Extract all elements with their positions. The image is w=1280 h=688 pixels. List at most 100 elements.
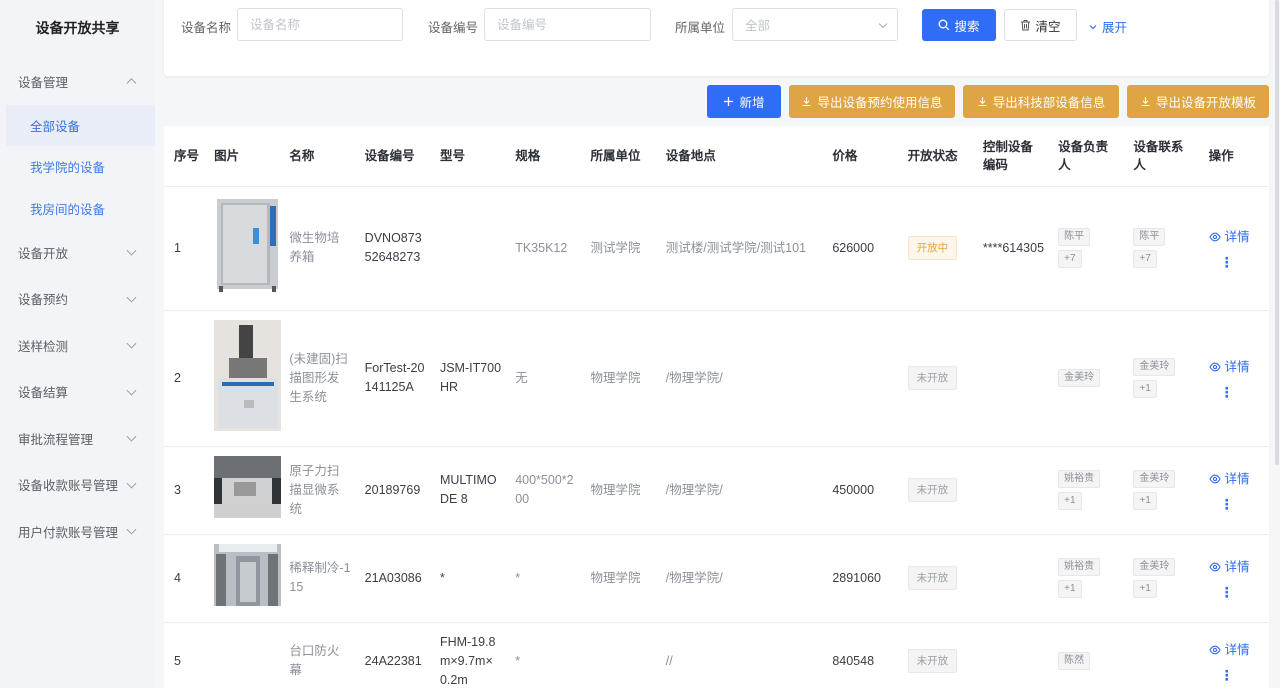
- chevron-down-icon: [878, 19, 888, 29]
- sidebar-subitem-my-room-devices[interactable]: 我房间的设备: [0, 188, 155, 230]
- column-header: 图片: [204, 126, 280, 187]
- cell-location: 测试楼/测试学院/测试101: [655, 186, 823, 311]
- export-template-button[interactable]: 导出设备开放模板: [1127, 85, 1269, 118]
- sidebar-item-device-booking[interactable]: 设备预约: [0, 276, 155, 323]
- eye-icon: [1209, 562, 1221, 572]
- chevron-up-icon: [126, 78, 137, 89]
- column-header: 操作: [1198, 126, 1269, 187]
- chevron-down-icon: [1089, 24, 1097, 29]
- cell-managers: 金美玲: [1048, 310, 1124, 447]
- cell-index: 5: [164, 622, 205, 688]
- sidebar-item-device-open[interactable]: 设备开放: [0, 229, 155, 276]
- page-scrollbar[interactable]: [1275, 0, 1279, 465]
- sidebar-item-device-management[interactable]: 设备管理: [0, 58, 155, 105]
- clear-button[interactable]: 清空: [1004, 9, 1077, 41]
- person-tag: +1: [1058, 492, 1082, 510]
- cell-code: DVNO87352648273: [354, 186, 430, 311]
- more-options-icon[interactable]: ⋮: [1209, 585, 1265, 599]
- sidebar-item-label: 设备管理: [18, 75, 69, 90]
- cell-unit: 物理学院: [580, 310, 656, 447]
- more-options-icon[interactable]: ⋮: [1209, 668, 1265, 682]
- unit-select-value: 全部: [745, 19, 771, 33]
- cell-unit: [580, 622, 656, 688]
- cell-control-code: [972, 534, 1049, 623]
- detail-link[interactable]: 详情: [1209, 358, 1265, 377]
- sidebar-item-label: 审批流程管理: [18, 432, 94, 447]
- device-thumbnail: [214, 319, 282, 437]
- add-device-button[interactable]: 新增: [707, 85, 781, 118]
- chevron-down-icon: [126, 385, 137, 396]
- column-header: 设备负责人: [1048, 126, 1124, 187]
- table-header-row: 序号 图片 名称 设备编号 型号 规格 所属单位 设备地点 价格 开放状态 控制…: [164, 126, 1269, 187]
- sidebar-item-label: 设备预约: [18, 293, 69, 308]
- sidebar-item-label: 设备开放: [18, 246, 69, 261]
- expand-link-label: 展开: [1102, 21, 1128, 35]
- cell-control-code: ****614305: [972, 186, 1049, 311]
- sidebar-item-device-settlement[interactable]: 设备结算: [0, 369, 155, 416]
- more-options-icon[interactable]: ⋮: [1209, 385, 1265, 399]
- export-template-label: 导出设备开放模板: [1155, 96, 1256, 110]
- sidebar-item-payment-account[interactable]: 用户付款账号管理: [0, 508, 155, 555]
- cell-location: /物理学院/: [655, 446, 823, 535]
- cell-price: 626000: [822, 186, 898, 311]
- more-options-icon[interactable]: ⋮: [1209, 497, 1265, 511]
- status-badge: 开放中: [907, 236, 958, 260]
- table-row: 5 台口防火幕 24A22381 FHM-19.8m×9.7m×0.2m * //8405…: [164, 622, 1269, 688]
- device-code-input[interactable]: [484, 8, 651, 41]
- eye-icon: [1209, 232, 1221, 242]
- column-header: 所属单位: [580, 126, 656, 187]
- cell-status: 开放中: [897, 186, 973, 311]
- cell-price: 840548: [822, 622, 898, 688]
- cell-index: 1: [164, 186, 205, 311]
- cell-status: 未开放: [897, 310, 973, 447]
- person-tag: +1: [1133, 580, 1157, 598]
- sidebar-item-approval-flow[interactable]: 审批流程管理: [0, 415, 155, 462]
- search-button[interactable]: 搜索: [922, 9, 996, 41]
- detail-link[interactable]: 详情: [1209, 641, 1265, 660]
- detail-link[interactable]: 详情: [1209, 558, 1265, 577]
- unit-select[interactable]: 全部: [732, 8, 898, 41]
- cell-managers: 陈然: [1048, 622, 1124, 688]
- chevron-down-icon: [126, 292, 137, 303]
- cell-code: 24A22381: [354, 622, 430, 688]
- device-thumbnail: [214, 198, 281, 298]
- export-booking-label: 导出设备预约使用信息: [817, 96, 943, 110]
- detail-link[interactable]: 详情: [1209, 228, 1265, 247]
- device-table: 序号 图片 名称 设备编号 型号 规格 所属单位 设备地点 价格 开放状态 控制…: [164, 126, 1269, 688]
- sidebar-subitem-all-devices[interactable]: 全部设备: [6, 104, 155, 146]
- cell-model: [429, 186, 506, 311]
- cell-status: 未开放: [897, 622, 973, 688]
- person-tag: 金美玲: [1133, 470, 1176, 488]
- cell-contacts: 陈平 +7: [1123, 186, 1199, 311]
- detail-link[interactable]: 详情: [1209, 470, 1265, 489]
- sidebar-subitem-my-college-devices[interactable]: 我学院的设备: [0, 146, 155, 188]
- chevron-down-icon: [126, 524, 137, 535]
- person-tag: 陈平: [1058, 228, 1091, 246]
- sidebar-item-receiving-account[interactable]: 设备收款账号管理: [0, 462, 155, 509]
- table-row: 4 稀释制冷-115 21A03086 * * 物理学院/物理学院/2891060 未开放姚…: [164, 534, 1269, 623]
- more-options-icon[interactable]: ⋮: [1209, 255, 1265, 269]
- export-booking-button[interactable]: 导出设备预约使用信息: [789, 85, 955, 118]
- expand-link[interactable]: 展开: [1088, 17, 1127, 36]
- search-panel: 设备名称 设备编号 所属单位 全部 搜索 清空 展开: [164, 0, 1269, 76]
- cell-model: *: [429, 534, 506, 623]
- sidebar-item-label: 送样检测: [18, 339, 69, 354]
- column-header: 开放状态: [897, 126, 973, 187]
- eye-icon: [1209, 474, 1221, 484]
- unit-label: 所属单位: [675, 21, 726, 35]
- sidebar: 设备开放共享 设备管理 全部设备 我学院的设备 我房间的设备 设备开放 设备预约…: [0, 0, 155, 688]
- sidebar-item-label: 设备结算: [18, 386, 69, 401]
- sidebar-item-sample-testing[interactable]: 送样检测: [0, 322, 155, 369]
- status-badge: 未开放: [907, 566, 958, 590]
- detail-link-label: 详情: [1224, 559, 1250, 574]
- cell-location: /物理学院/: [655, 534, 823, 623]
- trash-icon: [1021, 20, 1031, 31]
- person-tag: 金美玲: [1058, 369, 1101, 387]
- cell-price: 2891060: [822, 534, 898, 623]
- cell-contacts: 金美玲 +1: [1123, 446, 1199, 535]
- cell-contacts: 金美玲 +1: [1123, 310, 1199, 447]
- cell-managers: 姚裕贵 +1: [1048, 446, 1124, 535]
- device-name-input[interactable]: [237, 8, 403, 41]
- export-tech-button[interactable]: 导出科技部设备信息: [963, 85, 1119, 118]
- person-tag: +7: [1133, 250, 1157, 268]
